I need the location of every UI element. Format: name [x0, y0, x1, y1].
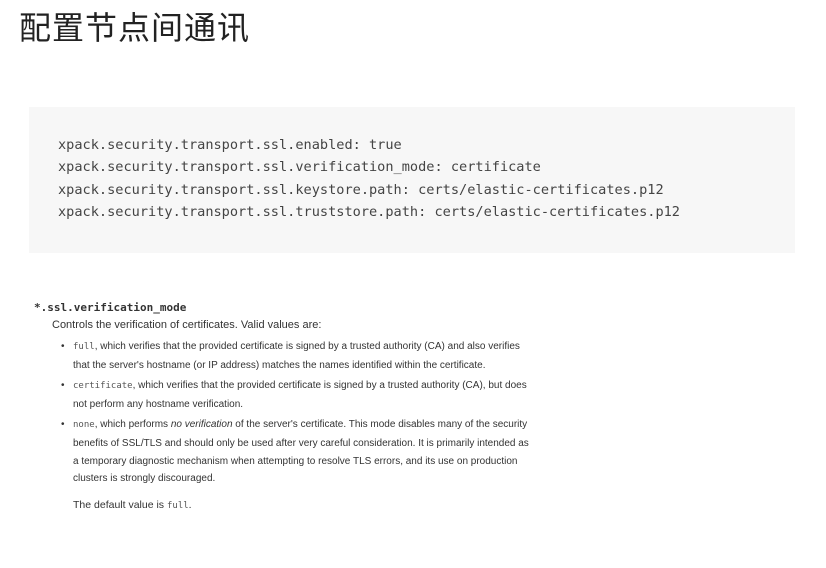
list-item-full: • full, which verifies that the provided…	[61, 338, 531, 374]
code-line-ssl-enabled: xpack.security.transport.ssl.enabled: tr…	[58, 137, 402, 153]
value-code-full: full	[73, 342, 95, 352]
default-value-suffix: .	[188, 498, 192, 511]
setting-name: *.ssl.verification_mode	[34, 301, 187, 314]
bullet-icon: •	[61, 380, 65, 392]
value-description-none-before: , which performs	[94, 419, 171, 431]
bullet-icon: •	[61, 419, 65, 431]
list-item-certificate: • certificate, which verifies that the p…	[61, 377, 531, 413]
config-code-block: xpack.security.transport.ssl.enabled: tr…	[29, 107, 795, 253]
code-line-truststore-path: xpack.security.transport.ssl.truststore.…	[58, 203, 680, 220]
page-title: 配置节点间通讯	[19, 9, 251, 47]
value-description-certificate: , which verifies that the provided certi…	[73, 380, 527, 410]
valid-values-list: • full, which verifies that the provided…	[61, 338, 531, 488]
value-code-none: none	[73, 420, 95, 431]
value-description-full: , which verifies that the provided certi…	[73, 341, 520, 371]
list-item-none: • none, which performs no verification o…	[61, 416, 531, 487]
value-emphasis-none: no verification	[170, 419, 233, 431]
code-line-verification-mode: xpack.security.transport.ssl.verificatio…	[58, 159, 541, 176]
default-value-code: full	[166, 500, 189, 511]
default-value-note: The default value is full.	[73, 497, 554, 514]
code-line-keystore-path: xpack.security.transport.ssl.keystore.pa…	[58, 181, 664, 198]
value-code-certificate: certificate	[73, 381, 133, 392]
setting-description: Controls the verification of certificate…	[52, 319, 322, 331]
setting-documentation: *.ssl.verification_mode Controls the ver…	[34, 300, 554, 514]
default-value-prefix: The default value is	[73, 498, 167, 511]
bullet-icon: •	[61, 341, 65, 352]
